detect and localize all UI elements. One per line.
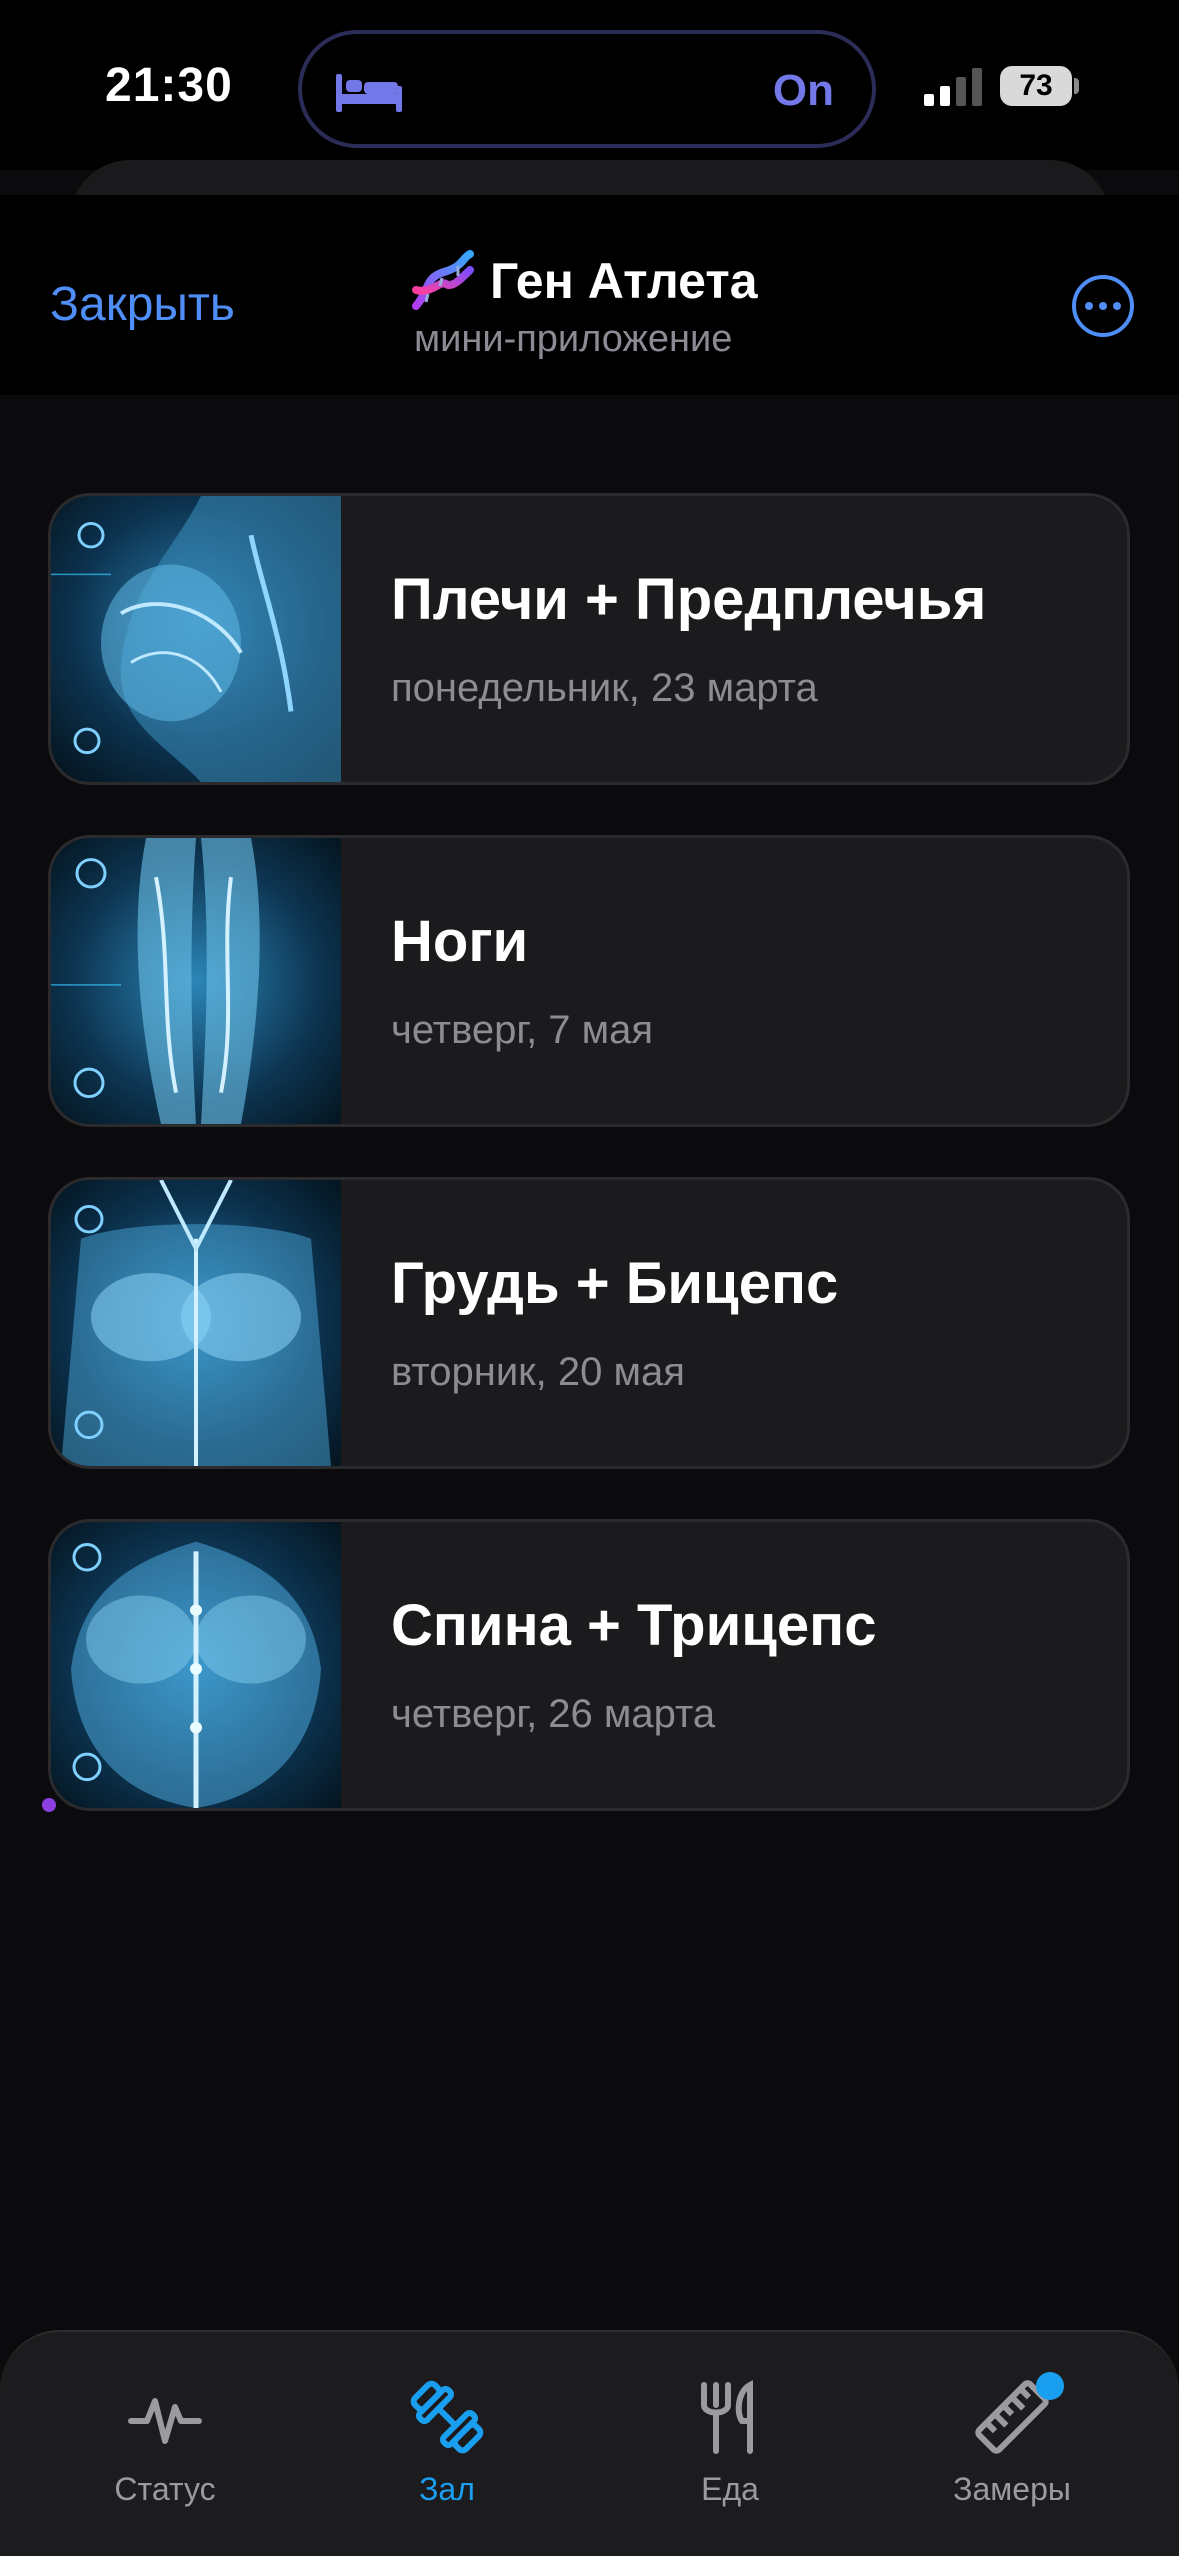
more-dot-icon <box>1113 302 1121 310</box>
workout-date: четверг, 7 мая <box>391 1008 654 1052</box>
close-button[interactable]: Закрыть <box>50 277 235 332</box>
title-block: Ген Атлета мини-приложение <box>410 250 790 361</box>
tab-status[interactable]: Статус <box>65 2377 265 2508</box>
tab-label: Замеры <box>953 2471 1071 2507</box>
screen: 21:30 On 73 Закрыть Ген Атлета мини-прил… <box>0 0 1179 2556</box>
app-header: Закрыть Ген Атлета мини-приложение <box>0 195 1179 395</box>
tab-food[interactable]: Еда <box>630 2377 830 2508</box>
more-options-button[interactable] <box>1072 275 1134 337</box>
tab-label: Еда <box>701 2471 759 2507</box>
focus-status: On <box>772 66 834 115</box>
status-bar: 21:30 On 73 <box>0 0 1179 170</box>
indicator-dot <box>42 1798 56 1812</box>
workout-date: понедельник, 23 марта <box>391 666 818 710</box>
battery-indicator: 73 <box>1000 66 1072 106</box>
app-subtitle: мини-приложение <box>414 318 733 360</box>
more-dot-icon <box>1099 302 1107 310</box>
tab-label: Зал <box>419 2471 475 2507</box>
app-title: Ген Атлета <box>490 253 758 309</box>
workout-card[interactable]: Спина + Трицепс четверг, 26 марта <box>48 1519 1130 1811</box>
notification-badge <box>1036 2372 1064 2400</box>
workout-date: четверг, 26 марта <box>391 1692 716 1736</box>
tab-measurements[interactable]: Замеры <box>912 2377 1112 2508</box>
back-illustration <box>51 1522 341 1808</box>
more-dot-icon <box>1085 302 1093 310</box>
dynamic-island[interactable]: On <box>298 30 876 148</box>
shoulders-illustration <box>51 496 341 782</box>
chest-illustration <box>51 1180 341 1466</box>
tab-bar: Статус Зал Еда Замеры <box>0 2330 1179 2556</box>
bed-icon <box>336 74 402 112</box>
dna-icon <box>412 250 474 310</box>
workout-title: Плечи + Предплечья <box>391 567 987 632</box>
workout-list: Плечи + Предплечья понедельник, 23 марта <box>0 395 1179 2330</box>
workout-card[interactable]: Грудь + Бицепс вторник, 20 мая <box>48 1177 1130 1469</box>
tab-gym[interactable]: Зал <box>347 2377 547 2508</box>
workout-card[interactable]: Плечи + Предплечья понедельник, 23 марта <box>48 493 1130 785</box>
workout-title: Ноги <box>391 909 529 974</box>
workout-title: Грудь + Бицепс <box>391 1251 839 1316</box>
legs-illustration <box>51 838 341 1124</box>
workout-title: Спина + Трицепс <box>391 1593 877 1658</box>
fork-knife-icon <box>701 2380 753 2454</box>
tab-label: Статус <box>114 2471 216 2507</box>
workout-date: вторник, 20 мая <box>391 1350 685 1394</box>
workout-card[interactable]: Ноги четверг, 7 мая <box>48 835 1130 1127</box>
dumbbell-icon <box>410 2380 484 2454</box>
battery-nub <box>1074 78 1079 94</box>
status-time: 21:30 <box>105 59 233 112</box>
signal-icon <box>924 68 982 106</box>
pulse-icon <box>128 2398 202 2444</box>
